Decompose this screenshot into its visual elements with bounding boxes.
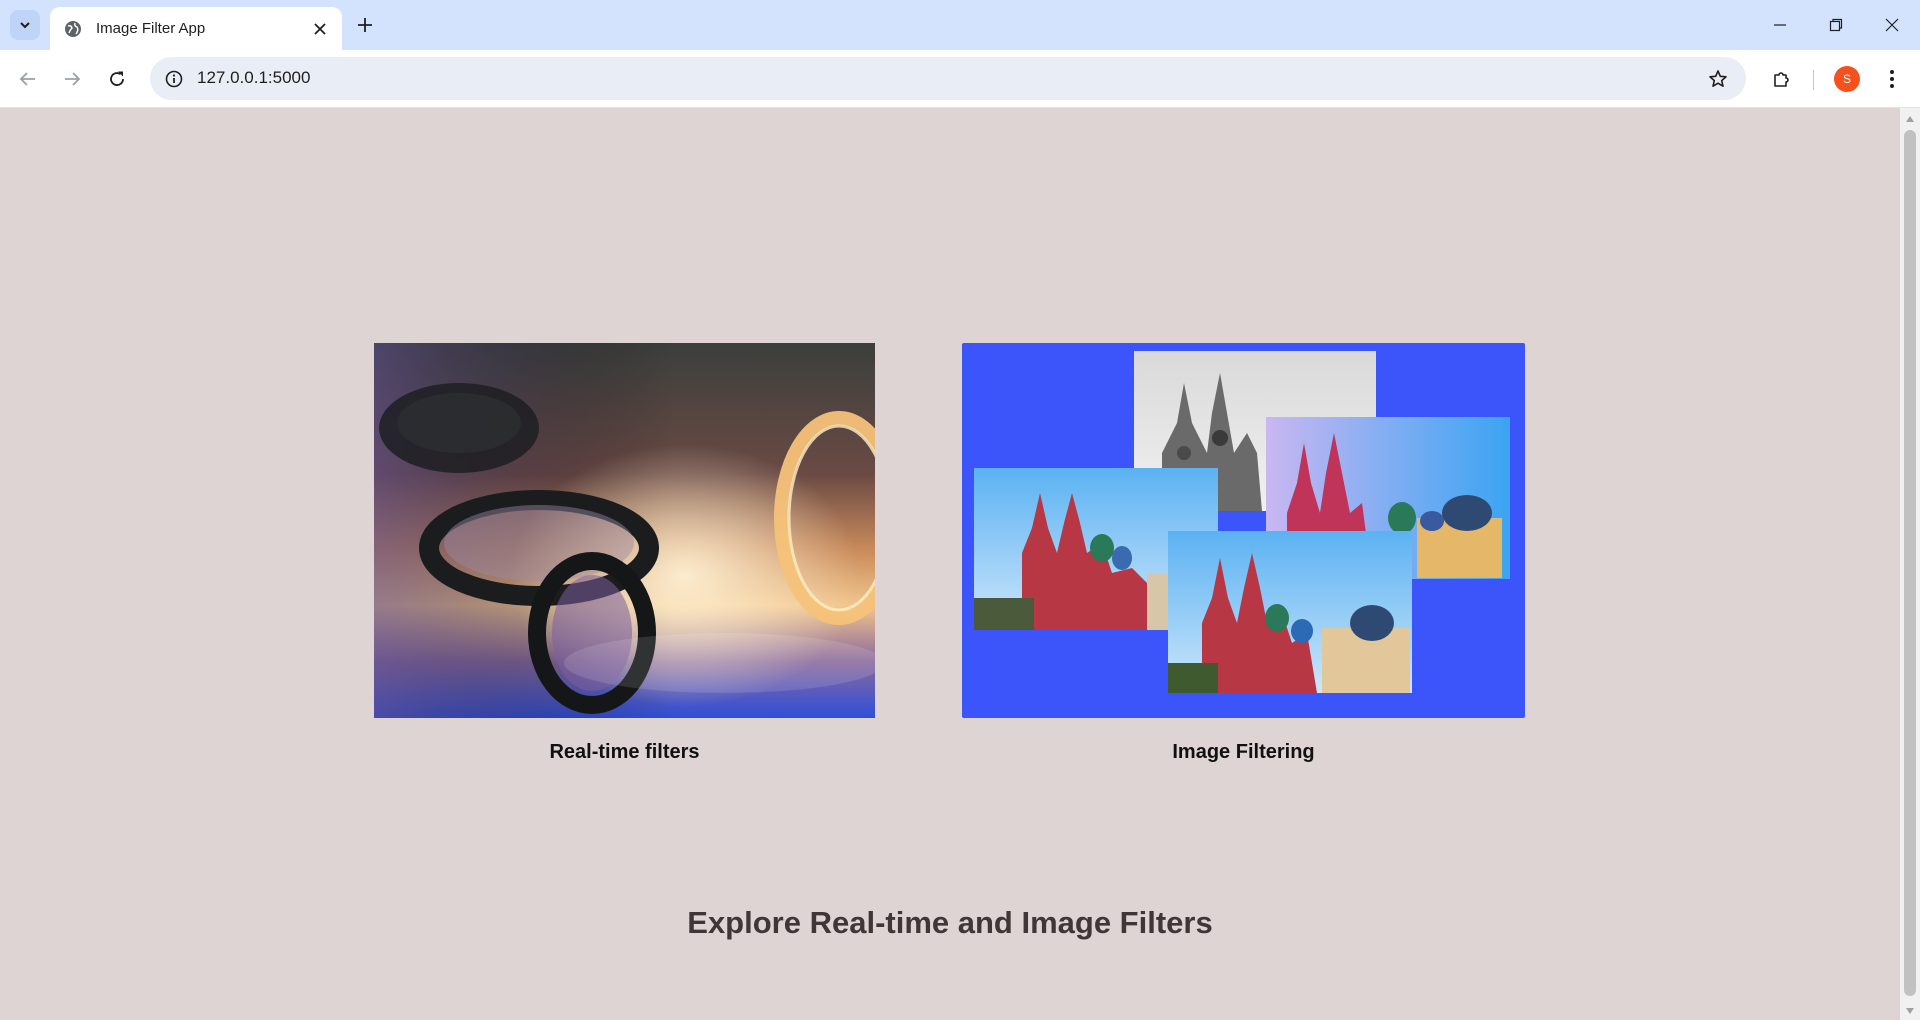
minimize-icon <box>1774 24 1786 26</box>
url-text[interactable]: 127.0.0.1:5000 <box>197 68 310 88</box>
scrollbar-thumb[interactable] <box>1904 130 1916 996</box>
chevron-down-icon <box>20 22 30 29</box>
lens-filters-image <box>374 343 875 718</box>
close-icon[interactable] <box>310 19 330 39</box>
card-caption: Real-time filters <box>549 741 700 763</box>
arrow-right-icon <box>65 72 81 86</box>
menu-button[interactable] <box>1876 63 1908 95</box>
extensions-button[interactable] <box>1766 63 1798 95</box>
realtime-filters-card[interactable]: Real-time filters <box>374 343 875 763</box>
close-window-button[interactable] <box>1864 0 1920 50</box>
tab-search-button[interactable] <box>10 10 40 40</box>
reload-icon <box>110 71 124 86</box>
triangle-down-icon <box>1906 1008 1914 1014</box>
window-controls <box>1752 0 1920 50</box>
globe-icon <box>64 20 82 38</box>
new-tab-button[interactable] <box>352 12 378 38</box>
forward-button[interactable] <box>56 63 88 95</box>
tab-strip: Image Filter App <box>0 0 1920 50</box>
star-icon[interactable] <box>1706 67 1730 91</box>
page-viewport: Real-time filters Image Filtering Explor… <box>0 108 1900 1020</box>
scroll-down-arrow[interactable] <box>1900 1002 1920 1020</box>
minimize-button[interactable] <box>1752 0 1808 50</box>
scroll-up-arrow[interactable] <box>1900 110 1920 128</box>
restore-button[interactable] <box>1808 0 1864 50</box>
vertical-scrollbar[interactable] <box>1900 108 1920 1020</box>
profile-avatar[interactable]: S <box>1834 66 1860 92</box>
card-caption: Image Filtering <box>1172 741 1315 763</box>
browser-toolbar: 127.0.0.1:5000 <box>0 50 1920 108</box>
address-bar[interactable]: 127.0.0.1:5000 <box>150 57 1746 100</box>
puzzle-icon <box>1774 72 1789 87</box>
browser-tab[interactable]: Image Filter App <box>50 7 342 50</box>
info-icon[interactable] <box>162 67 186 91</box>
reload-button[interactable] <box>101 63 133 95</box>
more-vert-icon <box>1890 70 1894 88</box>
close-icon <box>1885 18 1899 32</box>
back-button[interactable] <box>12 63 44 95</box>
filtered-photos-image <box>962 343 1525 718</box>
restore-icon <box>1829 18 1843 32</box>
page-headline: Explore Real-time and Image Filters <box>687 905 1213 940</box>
plus-icon <box>358 18 372 32</box>
toolbar-divider <box>1813 70 1814 90</box>
triangle-up-icon <box>1906 116 1914 122</box>
image-filtering-card[interactable]: Image Filtering <box>962 343 1525 763</box>
arrow-left-icon <box>19 72 35 86</box>
tab-title: Image Filter App <box>96 20 206 37</box>
